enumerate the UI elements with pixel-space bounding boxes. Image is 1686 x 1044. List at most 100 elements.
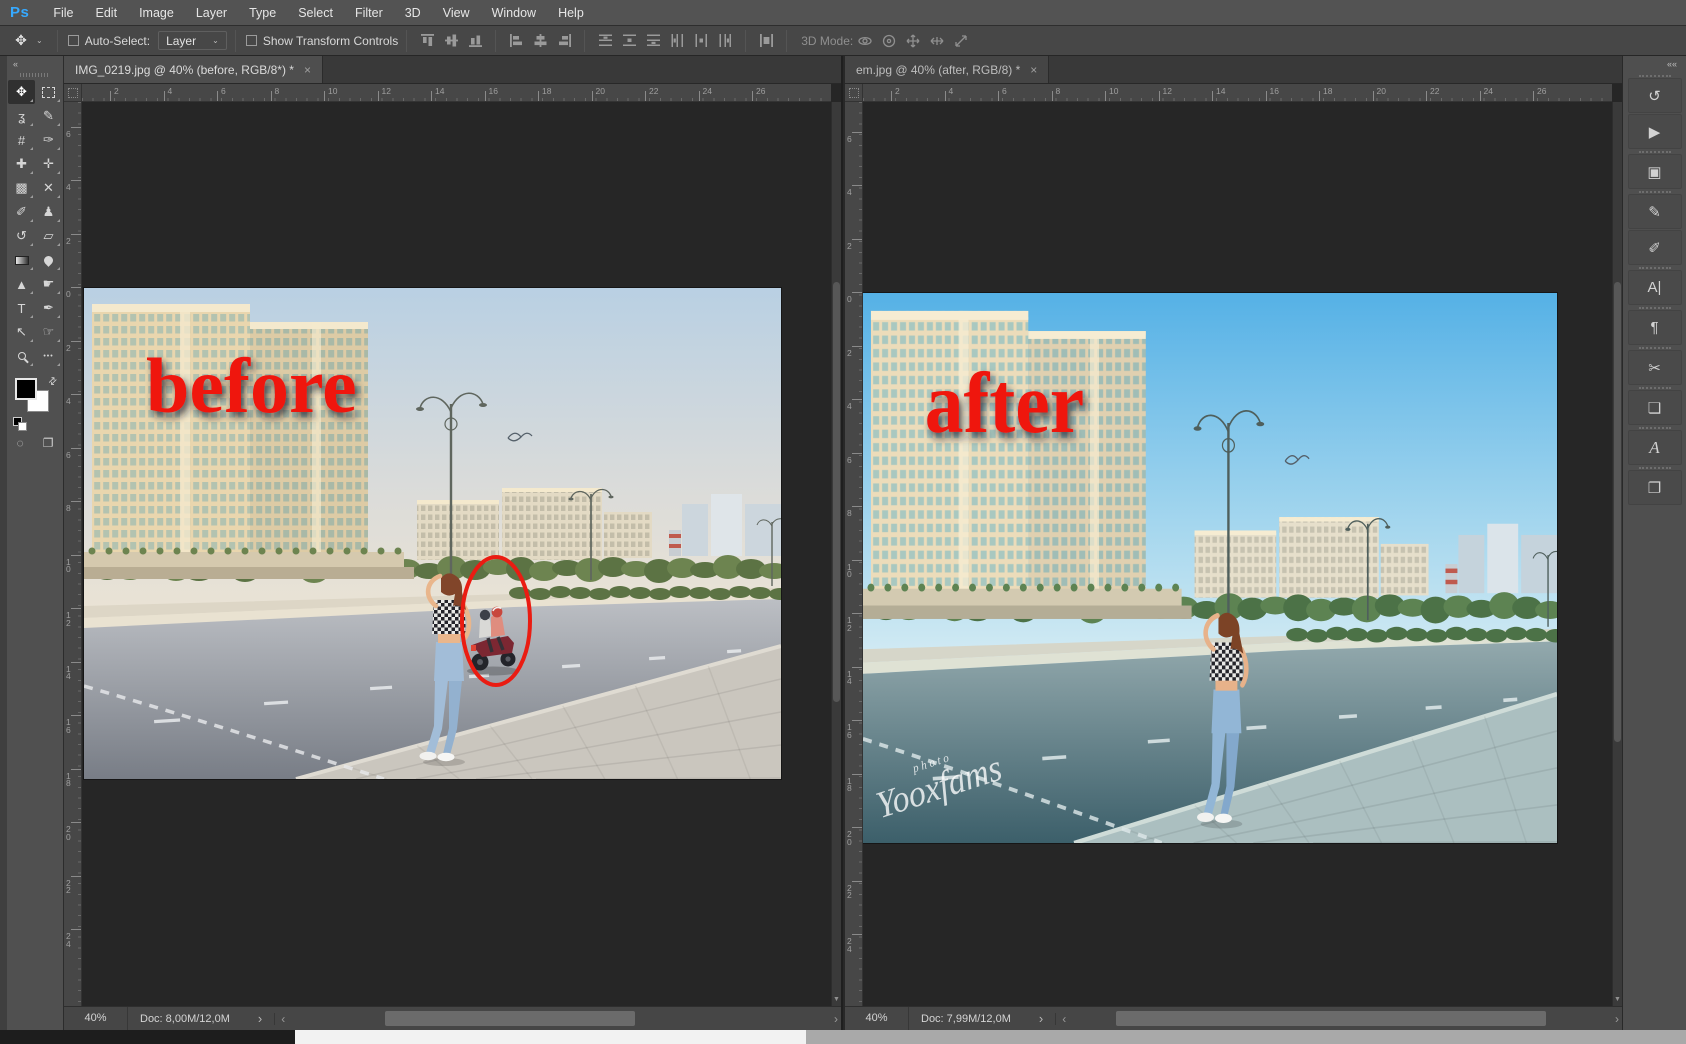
status-chevron-icon[interactable]: › — [1039, 1014, 1043, 1024]
eraser-tool[interactable]: ▱ — [35, 224, 62, 248]
show-transform-checkbox[interactable] — [246, 35, 257, 46]
tool-presets-panel-button[interactable]: ✂ — [1628, 350, 1682, 385]
menu-item-view[interactable]: View — [432, 0, 481, 25]
scrollbar-down-arrow-icon[interactable]: ▼ — [832, 996, 841, 1003]
panel-dock-collapse[interactable]: «« — [1623, 56, 1686, 73]
quick-mask-button[interactable]: ◌ — [17, 436, 24, 450]
brush-tool[interactable]: ✐ — [8, 200, 35, 224]
clone-stamp-tool[interactable]: ♟ — [35, 200, 62, 224]
vertical-scrollbar-thumb[interactable] — [1614, 282, 1621, 742]
ruler-origin-box[interactable] — [64, 84, 82, 102]
menu-item-help[interactable]: Help — [547, 0, 595, 25]
tool-preset-caret-icon[interactable]: ⌄ — [36, 36, 43, 45]
auto-select-layer-dropdown[interactable]: Layer⌄ — [158, 31, 227, 50]
clone-source-panel-button[interactable]: ✐ — [1628, 230, 1682, 265]
zoom-level-field[interactable]: 40% — [64, 1007, 128, 1030]
3d-slide-icon[interactable] — [925, 31, 949, 51]
distribute-vertical-centers-icon[interactable] — [617, 31, 641, 51]
distribute-right-edges-icon[interactable] — [713, 31, 737, 51]
screen-mode-button[interactable]: ❐ — [43, 436, 54, 450]
hand-tool[interactable]: ☞ — [35, 320, 62, 344]
menu-item-type[interactable]: Type — [238, 0, 287, 25]
align-horizontal-centers-icon[interactable] — [528, 31, 552, 51]
swap-colors-icon[interactable]: ⇄ — [46, 375, 60, 389]
distribute-left-edges-icon[interactable] — [665, 31, 689, 51]
horizontal-scrollbar-thumb[interactable] — [1116, 1011, 1546, 1026]
align-left-edges-icon[interactable] — [504, 31, 528, 51]
menu-item-select[interactable]: Select — [287, 0, 344, 25]
scrollbar-right-arrow-icon[interactable]: › — [1615, 1012, 1619, 1026]
rectangular-marquee-tool[interactable] — [35, 80, 62, 104]
menu-item-file[interactable]: File — [42, 0, 84, 25]
ruler-origin-box[interactable] — [845, 84, 863, 102]
zoom-level-field[interactable]: 40% — [845, 1007, 909, 1030]
tab-close-icon[interactable]: × — [304, 63, 311, 77]
notes-panel-button[interactable]: ❏ — [1628, 390, 1682, 425]
3d-scale-icon[interactable] — [949, 31, 973, 51]
3d-orbit-icon[interactable] — [853, 31, 877, 51]
vertical-scrollbar[interactable]: ▼ — [1612, 102, 1622, 1006]
scrollbar-left-arrow-icon[interactable]: ‹ — [281, 1012, 285, 1026]
history-brush-tool[interactable]: ↺ — [8, 224, 35, 248]
spot-healing-brush-tool[interactable]: ✚ — [8, 152, 35, 176]
align-right-edges-icon[interactable] — [552, 31, 576, 51]
panel-edge-grip[interactable] — [0, 56, 7, 1030]
align-bottom-edges-icon[interactable] — [463, 31, 487, 51]
scrollbar-down-arrow-icon[interactable]: ▼ — [1613, 996, 1622, 1003]
zoom-tool[interactable] — [8, 344, 35, 368]
paragraph-panel-button[interactable]: ¶ — [1628, 310, 1682, 345]
eyedropper-tool[interactable]: ✑ — [35, 128, 62, 152]
current-tool-icon[interactable]: ✥ — [8, 32, 34, 49]
foreground-color-swatch[interactable] — [15, 378, 37, 400]
libraries-panel-button[interactable]: ❐ — [1628, 470, 1682, 505]
gradient-tool[interactable] — [8, 248, 35, 272]
lasso-tool[interactable]: ʓ — [8, 104, 35, 128]
glyphs-panel-button[interactable]: A — [1628, 430, 1682, 465]
distribute-top-edges-icon[interactable] — [593, 31, 617, 51]
path-selection-tool[interactable]: ↖ — [8, 320, 35, 344]
menu-item-filter[interactable]: Filter — [344, 0, 394, 25]
tab-close-icon[interactable]: × — [1030, 63, 1037, 77]
3d-panel-button[interactable]: ▣ — [1628, 154, 1682, 189]
document-viewport-after[interactable]: after photo Yooxfams — [863, 102, 1612, 1006]
horizontal-scrollbar[interactable]: ‹› — [1056, 1007, 1622, 1030]
horizontal-scrollbar-thumb[interactable] — [385, 1011, 635, 1026]
default-colors-icon[interactable] — [13, 417, 22, 426]
document-viewport-before[interactable]: before — [82, 102, 831, 1006]
distribute-horizontal-centers-icon[interactable] — [689, 31, 713, 51]
distribute-spacing-icon[interactable] — [754, 31, 778, 51]
blur-tool[interactable] — [35, 248, 62, 272]
align-vertical-centers-icon[interactable] — [439, 31, 463, 51]
content-aware-move-tool[interactable]: ✕ — [35, 176, 62, 200]
sharpen-tool[interactable]: ▲ — [8, 272, 35, 296]
tools-panel-collapse[interactable]: « — [7, 56, 63, 72]
menu-item-window[interactable]: Window — [481, 0, 547, 25]
status-chevron-icon[interactable]: › — [258, 1014, 262, 1024]
menu-item-image[interactable]: Image — [128, 0, 185, 25]
vertical-scrollbar[interactable]: ▼ — [831, 102, 841, 1006]
3d-pan-icon[interactable] — [901, 31, 925, 51]
horizontal-scrollbar[interactable]: ‹› — [275, 1007, 841, 1030]
crop-tool[interactable]: # — [8, 128, 35, 152]
move-tool[interactable]: ✥ — [8, 80, 35, 104]
pen-tool[interactable]: ✒ — [35, 296, 62, 320]
brush-settings-panel-button[interactable]: ✎ — [1628, 194, 1682, 229]
align-top-edges-icon[interactable] — [415, 31, 439, 51]
auto-select-checkbox[interactable] — [68, 35, 79, 46]
actions-panel-button[interactable]: ▶ — [1628, 114, 1682, 149]
menu-item-layer[interactable]: Layer — [185, 0, 238, 25]
character-panel-button[interactable]: A| — [1628, 270, 1682, 305]
healing-brush-tool[interactable]: ✛ — [35, 152, 62, 176]
3d-roll-icon[interactable] — [877, 31, 901, 51]
vertical-scrollbar-thumb[interactable] — [833, 282, 840, 702]
edit-toolbar[interactable]: ••• — [35, 344, 62, 368]
distribute-bottom-edges-icon[interactable] — [641, 31, 665, 51]
patch-tool[interactable]: ▩ — [8, 176, 35, 200]
document-tab-before[interactable]: IMG_0219.jpg @ 40% (before, RGB/8*) *× — [64, 56, 323, 83]
quick-selection-tool[interactable]: ✎ — [35, 104, 62, 128]
document-tab-after[interactable]: em.jpg @ 40% (after, RGB/8) *× — [845, 56, 1049, 83]
smudge-tool[interactable]: ☛ — [35, 272, 62, 296]
history-panel-button[interactable]: ↺ — [1628, 78, 1682, 113]
menu-item-3d[interactable]: 3D — [394, 0, 432, 25]
type-tool[interactable]: T — [8, 296, 35, 320]
